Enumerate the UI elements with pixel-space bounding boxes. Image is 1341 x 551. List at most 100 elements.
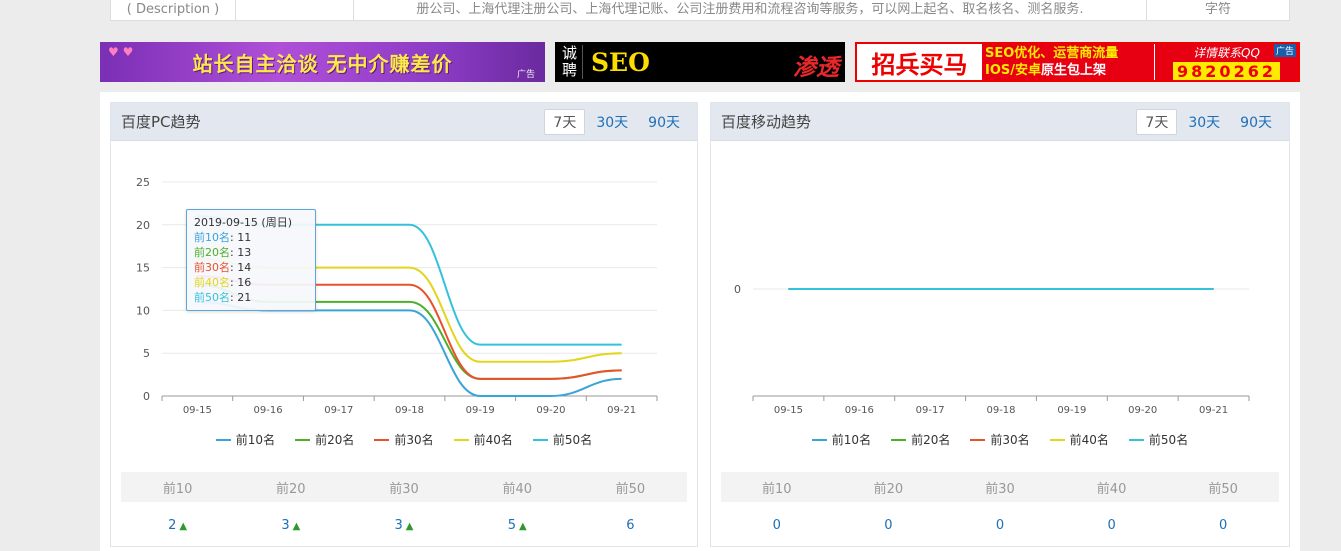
ad-banner-2[interactable]: 诚聘 SEO 渗透 [555, 42, 845, 82]
mobile-legend-label: 前10名 [831, 433, 872, 447]
mobile-tab-90d[interactable]: 90天 [1231, 109, 1281, 135]
description-spacer [236, 0, 354, 20]
tooltip-series-value: : 14 [230, 261, 252, 274]
pc-x-tick-label: 09-17 [324, 405, 353, 416]
arrow-up-icon: ▲ [405, 520, 414, 532]
ad3-line1: SEO优化、运营商流量 [985, 46, 1119, 61]
pc-legend-label: 前40名 [473, 433, 513, 447]
mobile-line-chart[interactable]: 0 09-15 09-16 09-17 09-18 09-19 09-20 09-21 [711, 141, 1291, 479]
pc-chart-legend: 前10名 前20名 前30名 前40名 前50名 [111, 431, 697, 448]
mobile-stats-value-cell[interactable]: 0 [721, 518, 833, 533]
pc-tab-30d[interactable]: 30天 [587, 109, 637, 135]
pc-stats-value-cell[interactable]: 2 ▲ [121, 518, 234, 533]
mobile-x-tick-label: 09-17 [916, 405, 945, 416]
mobile-stats-value: 0 [772, 517, 781, 533]
mobile-trend-card: 百度移动趋势 7天 30天 90天 0 09-15 09-16 09-17 09-18 0… [710, 102, 1290, 547]
arrow-up-icon: ▲ [292, 520, 301, 532]
tooltip-line: 前40名: 16 [194, 275, 308, 290]
pc-y-tick-label: 25 [136, 176, 150, 189]
pc-stats-header: 前10 前20 前30 前40 前50 [121, 472, 687, 502]
pc-stats-value: 2 [168, 517, 177, 533]
tooltip-series-value: : 11 [230, 231, 252, 244]
pc-legend-item[interactable]: 前20名 [295, 431, 354, 448]
pc-x-tick-label: 09-21 [607, 405, 636, 416]
pc-stats-table: 前10 前20 前30 前40 前50 2 ▲ 3 ▲ 3 ▲ 5 ▲ 6 [121, 472, 687, 548]
mobile-legend-item[interactable]: 前50名 [1128, 431, 1188, 448]
pc-tab-90d[interactable]: 90天 [639, 109, 689, 135]
pc-stats-value-cell[interactable]: 5 ▲ [461, 518, 574, 533]
tooltip-series-name: 前30名 [194, 261, 230, 274]
ad3-contact-label: 详情联系QQ [1193, 45, 1260, 60]
mobile-stats-value-cell[interactable]: 0 [1167, 518, 1279, 533]
mobile-stats-value: 0 [995, 517, 1005, 533]
description-row: ( Description ) 册公司、上海代理注册公司、上海代理记账、公司注册… [110, 0, 1290, 21]
mobile-legend-item[interactable]: 前30名 [970, 431, 1030, 448]
mobile-tab-30d[interactable]: 30天 [1179, 109, 1229, 135]
pc-legend-item[interactable]: 前50名 [532, 431, 593, 448]
mobile-range-tabs: 7天 30天 90天 [1134, 108, 1281, 135]
pc-stats-value-cell[interactable]: 3 ▲ [234, 518, 347, 533]
mobile-legend-swatch [1128, 438, 1144, 441]
pc-legend-label: 前20名 [315, 433, 355, 447]
description-label: ( Description ) [111, 0, 236, 20]
mobile-legend-swatch [891, 438, 907, 441]
pc-stats-value-cell[interactable]: 6 [574, 518, 687, 533]
ad3-line2b: 原生包上架 [1041, 63, 1107, 78]
mobile-x-tick-label: 09-21 [1199, 405, 1228, 416]
pc-x-tick-label: 09-16 [254, 405, 283, 416]
ad2-vertical-text: 诚聘 [557, 45, 583, 79]
ad3-middle: SEO优化、运营商流量 IOS/安卓原生包上架 [982, 44, 1154, 80]
pc-series-line [197, 300, 622, 397]
pc-x-tick-label: 09-20 [536, 405, 565, 416]
ad-banner-1[interactable]: ♥ ♥ 站长自主洽谈 无中介赚差价 广告 [100, 42, 545, 82]
pc-stats-value-cell[interactable]: 3 ▲ [347, 518, 460, 533]
mobile-legend-swatch [1049, 438, 1065, 441]
mobile-tab-7d[interactable]: 7天 [1136, 108, 1178, 135]
pc-legend-item[interactable]: 前10名 [215, 431, 275, 448]
tooltip-series-value: : 16 [230, 276, 252, 289]
tooltip-series-value: : 13 [230, 246, 252, 259]
mobile-legend-swatch [970, 438, 986, 441]
pc-x-tick-label: 09-19 [466, 405, 495, 416]
pc-stats-header-cell: 前30 [389, 481, 419, 497]
mobile-x-tick-label: 09-16 [845, 405, 874, 416]
ad-banner-3[interactable]: 招兵买马 SEO优化、运营商流量 IOS/安卓原生包上架 详情联系QQ 9820… [855, 42, 1300, 82]
ad2-red-text: 渗透 [793, 55, 839, 81]
mobile-stats-value-cell[interactable]: 0 [1056, 518, 1168, 533]
pc-stats-value: 6 [626, 517, 635, 533]
pc-stats-value: 3 [394, 517, 403, 533]
pc-y-tick-label: 0 [143, 390, 150, 403]
mobile-legend-item[interactable]: 前20名 [891, 431, 950, 448]
mobile-chart-area[interactable]: 0 09-15 09-16 09-17 09-18 09-19 09-20 09-21 前10… [711, 141, 1289, 479]
pc-legend-item[interactable]: 前30名 [374, 431, 434, 448]
mobile-stats-header-cell: 前40 [1096, 481, 1127, 497]
pc-legend-label: 前50名 [552, 433, 593, 447]
mobile-stats-value: 0 [1219, 517, 1228, 533]
pc-tab-7d[interactable]: 7天 [544, 108, 586, 135]
mobile-x-tick-label: 09-15 [774, 405, 803, 416]
mobile-trend-header: 百度移动趋势 7天 30天 90天 [711, 103, 1289, 141]
mobile-stats-header-cell: 前20 [873, 481, 904, 497]
tooltip-line: 前30名: 14 [194, 260, 308, 275]
ad3-line2: IOS/安卓原生包上架 [985, 62, 1154, 79]
ad3-qq-number: 9820262 [1173, 61, 1280, 80]
mobile-stats-value-cell[interactable]: 0 [833, 518, 945, 533]
pc-chart-area[interactable]: 0 5 10 15 20 25 09-15 09-16 09-17 09-18 09-19 09-20… [111, 141, 697, 479]
tooltip-series-value: : 21 [230, 291, 252, 304]
mobile-stats-value-cell[interactable]: 0 [944, 518, 1056, 533]
pc-y-tick-label: 15 [136, 262, 150, 275]
ad3-line2a: IOS/安卓 [985, 63, 1041, 78]
mobile-x-tick-label: 09-20 [1128, 405, 1157, 416]
pc-stats-header-cell: 前20 [276, 481, 306, 497]
mobile-y-tick-label: 0 [734, 283, 741, 296]
mobile-legend-item[interactable]: 前10名 [811, 431, 872, 448]
pc-x-tick-label: 09-15 [183, 405, 212, 416]
tooltip-title: 2019-09-15 (周日) [194, 216, 293, 229]
hearts-icon: ♥ ♥ [108, 45, 134, 59]
pc-stats-header-cell: 前50 [615, 481, 646, 497]
mobile-stats-header-cell: 前30 [985, 481, 1015, 497]
pc-stats-value: 5 [507, 517, 516, 533]
pc-stats-header-cell: 前10 [162, 481, 193, 497]
mobile-legend-item[interactable]: 前40名 [1049, 431, 1109, 448]
pc-legend-item[interactable]: 前40名 [453, 431, 513, 448]
